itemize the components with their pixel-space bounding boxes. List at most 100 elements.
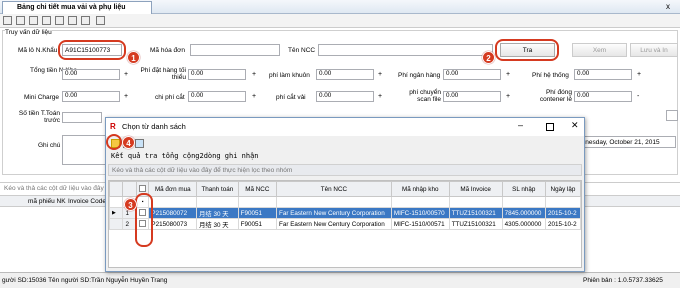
new-icon[interactable] bbox=[3, 16, 12, 25]
table-row[interactable]: 2 P215080073 月结 30 天 F90051 Far Eastern … bbox=[108, 218, 582, 230]
system-fee-label: Phí hệ thống bbox=[532, 72, 569, 79]
dialog-titlebar: R Chọn từ danh sách – ✕ bbox=[106, 118, 584, 136]
app-logo-icon: R bbox=[110, 122, 116, 131]
col-receipt[interactable]: mã phiếu NK bbox=[28, 198, 66, 205]
invoice-label: Mã hóa đơn bbox=[150, 47, 185, 54]
plus-sign: + bbox=[252, 93, 257, 100]
col-supplier-code[interactable]: Mã NCC bbox=[237, 181, 278, 197]
bank-fee-label: Phí ngân hàng bbox=[398, 72, 441, 79]
cell: 7845.000000 bbox=[501, 207, 546, 219]
version-text: Phiên bản : 1.0.5737.33625 bbox=[583, 277, 663, 284]
close-dialog-icon[interactable]: ✕ bbox=[571, 120, 579, 131]
filter-row[interactable]: ▪ bbox=[108, 196, 582, 208]
col-invoice-code[interactable]: Invoice Code bbox=[68, 198, 106, 205]
group-title: Truy vấn dữ liệu bbox=[5, 29, 52, 36]
container-fee-label: Phí đóng contener lẻ bbox=[539, 89, 572, 103]
cell: 月结 30 天 bbox=[196, 218, 239, 230]
plus-sign: + bbox=[506, 93, 511, 100]
dialog-title: Chọn từ danh sách bbox=[122, 122, 186, 131]
minimize-icon[interactable]: – bbox=[518, 120, 523, 130]
save-print-button[interactable]: Lưu và In bbox=[630, 43, 678, 57]
dialog-grid: Mã đơn mua Thanh toán Mã NCC Tên NCC Mã … bbox=[108, 180, 582, 268]
callout-2: 2 bbox=[482, 51, 495, 64]
delete-icon[interactable] bbox=[55, 16, 64, 25]
select-icon[interactable] bbox=[135, 139, 144, 148]
status-bar: gười SD:15036 Tên người SD:Trần Nguyễn H… bbox=[0, 272, 680, 288]
cut-fee-input[interactable]: 0.00 bbox=[188, 91, 246, 102]
minus-sign: - bbox=[637, 93, 640, 100]
plus-sign: + bbox=[252, 71, 257, 78]
scan-file-fee-label: phí chuyển scan file bbox=[409, 89, 441, 103]
grid-header-rowno bbox=[122, 181, 137, 197]
cell: 月结 30 天 bbox=[196, 207, 239, 219]
group-hint: Kéo và thả các cột dữ liệu vào đây để th… bbox=[112, 167, 293, 174]
table-row[interactable]: ▶ 1 P215080072 月结 30 天 F90051 Far Easter… bbox=[108, 207, 582, 219]
col-warehouse-code[interactable]: Mã nhập kho bbox=[390, 181, 450, 197]
scan-file-fee-input[interactable]: 0.00 bbox=[443, 91, 501, 102]
col-invoice[interactable]: Mã Invoice bbox=[448, 181, 503, 197]
maximize-icon[interactable] bbox=[546, 123, 554, 131]
cell: MIFC-1510/00570 bbox=[390, 207, 450, 219]
note-label: Ghi chú bbox=[38, 142, 61, 149]
highlight-lot bbox=[58, 40, 126, 60]
cell: 2015-10-2 bbox=[544, 218, 582, 230]
prepaid-input[interactable] bbox=[62, 112, 102, 123]
user-info: gười SD:15036 Tên người SD:Trần Nguyễn H… bbox=[2, 277, 168, 284]
excel-icon[interactable] bbox=[96, 16, 105, 25]
cell: P215080073 bbox=[148, 218, 198, 230]
edit-icon[interactable] bbox=[16, 16, 25, 25]
result-text: Kết quả tra tổng cộng2dòng ghi nhận bbox=[111, 152, 259, 160]
callout-1: 1 bbox=[127, 51, 140, 64]
cell: F90051 bbox=[237, 218, 278, 230]
lot-label: Mã lô N.Khẩu bbox=[18, 47, 58, 54]
plus-sign: + bbox=[124, 93, 129, 100]
min-fee-input[interactable]: 0.00 bbox=[188, 69, 246, 80]
bank-fee-input[interactable]: 0.00 bbox=[443, 69, 501, 80]
cell: F90051 bbox=[237, 207, 278, 219]
side-input[interactable] bbox=[666, 110, 678, 121]
supplier-label: Tên NCC bbox=[288, 47, 316, 54]
cell: MIFC-1510/00571 bbox=[390, 218, 450, 230]
close-tab-icon[interactable]: x bbox=[666, 2, 670, 11]
plus-sign: + bbox=[637, 71, 642, 78]
prepaid-label: Số tiền T.Toán trước bbox=[18, 110, 60, 124]
col-quantity[interactable]: SL nhập bbox=[501, 181, 546, 197]
plus-sign: + bbox=[378, 93, 383, 100]
callout-4: 4 bbox=[122, 136, 135, 149]
cell: P215080072 bbox=[148, 207, 198, 219]
mini-charge-input[interactable]: 0.00 bbox=[62, 91, 120, 102]
col-payment[interactable]: Thanh toán bbox=[196, 181, 239, 197]
save-icon[interactable] bbox=[29, 16, 38, 25]
document-tab[interactable]: Bảng chi tiết mua vải và phụ liệu bbox=[2, 1, 152, 14]
cell: Far Eastern New Century Corporation bbox=[276, 207, 392, 219]
fabric-cut-fee-input[interactable]: 0.00 bbox=[316, 91, 374, 102]
cell: 4305.000000 bbox=[501, 218, 546, 230]
supplier-input[interactable] bbox=[318, 44, 493, 56]
min-fee-label: Phí đặt hàng tối thiểu bbox=[140, 67, 186, 81]
mold-fee-label: phí làm khuôn bbox=[269, 72, 310, 79]
title-bar: Bảng chi tiết mua vải và phụ liệu x bbox=[0, 0, 680, 14]
total-input[interactable]: 0.00 bbox=[62, 69, 120, 80]
tab-title: Bảng chi tiết mua vải và phụ liệu bbox=[17, 4, 126, 11]
col-date[interactable]: Ngày lập bbox=[544, 181, 582, 197]
toolbar bbox=[0, 14, 680, 28]
highlight-confirm bbox=[106, 134, 122, 150]
row-pointer-icon: ▶ bbox=[108, 207, 124, 219]
grid-header-expand bbox=[108, 181, 124, 197]
invoice-input[interactable] bbox=[190, 44, 280, 56]
col-po-code[interactable]: Mã đơn mua bbox=[148, 181, 198, 197]
cut-fee-label: chi phí cắt bbox=[155, 94, 185, 101]
dialog-toolbar bbox=[108, 138, 582, 150]
refresh-icon[interactable] bbox=[68, 16, 77, 25]
cancel-icon[interactable] bbox=[81, 16, 90, 25]
note-input[interactable] bbox=[62, 135, 107, 165]
mold-fee-input[interactable]: 0.00 bbox=[316, 69, 374, 80]
cell: TTUZ15100321 bbox=[448, 218, 503, 230]
print-icon[interactable] bbox=[42, 16, 51, 25]
plus-sign: + bbox=[124, 71, 129, 78]
container-fee-input[interactable]: 0.00 bbox=[574, 91, 632, 102]
view-button[interactable]: Xem bbox=[572, 43, 627, 57]
mini-charge-label: Mini Charge bbox=[24, 94, 60, 101]
system-fee-input[interactable]: 0.00 bbox=[574, 69, 632, 80]
col-supplier-name[interactable]: Tên NCC bbox=[276, 181, 392, 197]
